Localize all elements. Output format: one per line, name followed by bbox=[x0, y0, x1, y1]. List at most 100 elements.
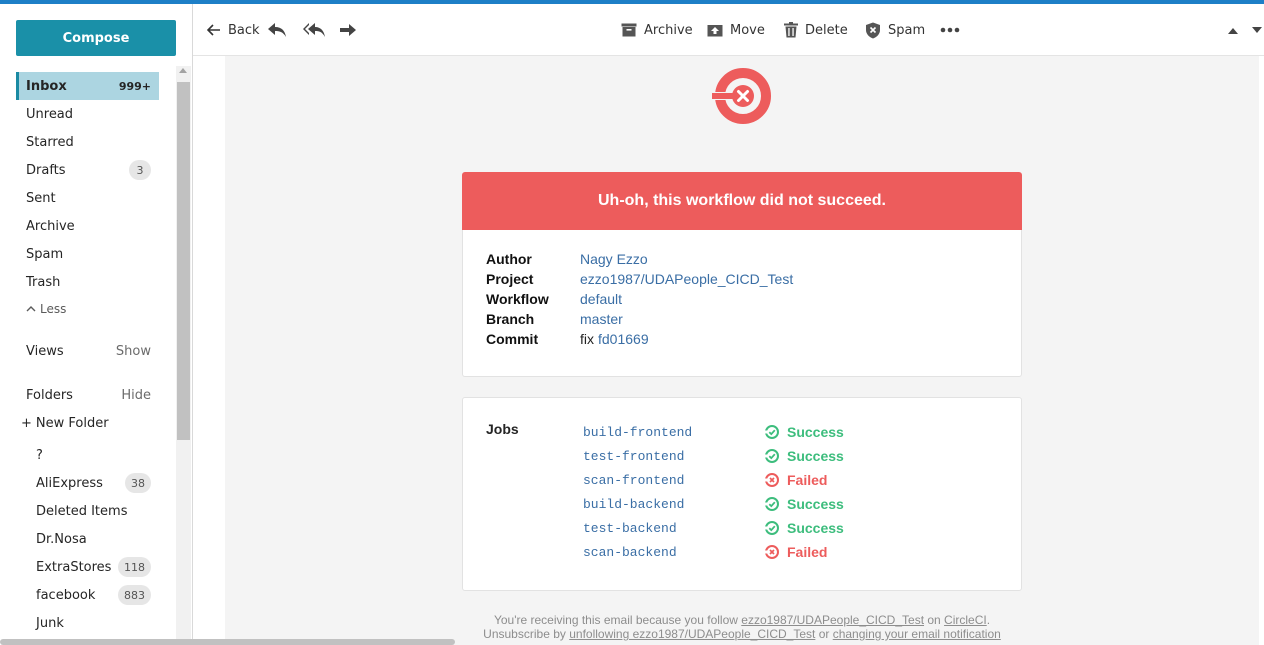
folder-item[interactable]: ? bbox=[26, 441, 159, 469]
nav-item-label: Sent bbox=[26, 190, 56, 206]
author-link[interactable]: Nagy Ezzo bbox=[580, 251, 648, 271]
more-dots-icon bbox=[940, 27, 960, 33]
back-button[interactable]: Back bbox=[207, 4, 260, 56]
less-toggle[interactable]: Less bbox=[26, 302, 66, 316]
footer-line-2: Unsubscribe by unfollowing ezzo1987/UDAP… bbox=[462, 627, 1022, 641]
chevron-up-icon bbox=[26, 302, 36, 316]
job-name-link[interactable]: build-backend bbox=[583, 497, 765, 512]
plus-icon: + bbox=[21, 416, 32, 431]
job-row: scan-frontend Failed bbox=[583, 470, 827, 490]
circleci-link[interactable]: CircleCI bbox=[944, 613, 987, 627]
reply-all-button[interactable] bbox=[302, 4, 326, 56]
next-message-button[interactable] bbox=[1252, 4, 1262, 56]
reply-button[interactable] bbox=[267, 4, 287, 56]
job-name-link[interactable]: scan-backend bbox=[583, 545, 765, 560]
folder-item[interactable]: Junk bbox=[26, 609, 159, 637]
move-to-folder-icon bbox=[707, 23, 723, 37]
spam-button[interactable]: Spam bbox=[865, 4, 925, 56]
detail-label: Commit bbox=[486, 331, 539, 347]
folders-hide-toggle[interactable]: Hide bbox=[121, 388, 151, 403]
move-button[interactable]: Move bbox=[707, 4, 765, 56]
folder-nav: Inbox 999+ Unread Starred Drafts 3 Sent … bbox=[16, 72, 159, 296]
nav-item-label: Archive bbox=[26, 218, 75, 234]
archive-icon bbox=[621, 23, 637, 37]
job-status-label: Success bbox=[787, 496, 844, 512]
job-row: scan-backend Failed bbox=[583, 542, 827, 562]
folder-label: facebook bbox=[36, 587, 96, 603]
job-name-link[interactable]: scan-frontend bbox=[583, 473, 765, 488]
nav-item-spam[interactable]: Spam bbox=[16, 240, 159, 268]
sidebar: Compose Inbox 999+ Unread Starred Drafts… bbox=[0, 4, 193, 645]
message-body: Uh-oh, this workflow did not succeed. Au… bbox=[225, 56, 1259, 645]
folder-item[interactable]: Deleted Items bbox=[26, 497, 159, 525]
job-status: Failed bbox=[765, 544, 827, 560]
custom-folders: ? AliExpress 38 Deleted Items Dr.Nosa Ex… bbox=[26, 441, 159, 637]
compose-button[interactable]: Compose bbox=[16, 20, 176, 56]
job-status: Success bbox=[765, 496, 844, 512]
archive-button[interactable]: Archive bbox=[621, 4, 693, 56]
folder-label: Dr.Nosa bbox=[36, 531, 87, 547]
nav-item-drafts[interactable]: Drafts 3 bbox=[16, 156, 159, 184]
sidebar-scrollbar-thumb[interactable] bbox=[177, 82, 190, 440]
count-badge: 38 bbox=[125, 473, 151, 493]
forward-button[interactable] bbox=[339, 4, 357, 56]
folders-label: Folders bbox=[26, 388, 73, 403]
arrow-left-icon bbox=[207, 24, 221, 36]
folder-item[interactable]: Dr.Nosa bbox=[26, 525, 159, 553]
footer-text: Unsubscribe by bbox=[483, 627, 570, 641]
detail-label: Project bbox=[486, 271, 534, 287]
nav-item-trash[interactable]: Trash bbox=[16, 268, 159, 296]
nav-item-sent[interactable]: Sent bbox=[16, 184, 159, 212]
job-status: Failed bbox=[765, 472, 827, 488]
detail-row-workflow: Workflow default bbox=[486, 291, 622, 311]
job-name-link[interactable]: build-frontend bbox=[583, 425, 765, 440]
failed-status-icon bbox=[765, 545, 779, 559]
footer-text: You're receiving this email because you … bbox=[493, 613, 742, 627]
nav-item-unread[interactable]: Unread bbox=[16, 100, 159, 128]
unfollow-link[interactable]: unfollowing ezzo1987/UDAPeople_CICD_Test bbox=[569, 627, 815, 641]
views-show-toggle[interactable]: Show bbox=[116, 344, 151, 359]
notification-settings-link[interactable]: changing your email notification bbox=[833, 627, 1001, 641]
spam-label: Spam bbox=[888, 22, 926, 38]
folder-item[interactable]: AliExpress 38 bbox=[26, 469, 159, 497]
delete-label: Delete bbox=[805, 22, 848, 38]
folder-item[interactable]: facebook 883 bbox=[26, 581, 159, 609]
folder-label: ExtraStores bbox=[36, 559, 112, 575]
unread-count: 999+ bbox=[118, 79, 151, 93]
previous-message-button[interactable] bbox=[1228, 4, 1238, 56]
jobs-card: Jobs build-frontend Success test-frontend S… bbox=[462, 397, 1022, 591]
branch-link[interactable]: master bbox=[580, 311, 623, 331]
workflow-details-card: Author Nagy Ezzo Project ezzo1987/UDAPeo… bbox=[462, 230, 1022, 377]
job-status-label: Success bbox=[787, 424, 844, 440]
project-follow-link[interactable]: ezzo1987/UDAPeople_CICD_Test bbox=[741, 613, 924, 627]
footer-text: or bbox=[815, 627, 833, 641]
footer-text: . bbox=[986, 613, 991, 627]
failed-status-icon bbox=[765, 473, 779, 487]
folder-item[interactable]: ExtraStores 118 bbox=[26, 553, 159, 581]
nav-item-label: Inbox bbox=[26, 78, 67, 94]
job-name-link[interactable]: test-backend bbox=[583, 521, 765, 536]
folder-label: Junk bbox=[36, 615, 64, 631]
nav-item-starred[interactable]: Starred bbox=[16, 128, 159, 156]
workflow-link[interactable]: default bbox=[580, 291, 622, 311]
folder-label: Deleted Items bbox=[36, 503, 128, 519]
success-status-icon bbox=[765, 425, 779, 439]
scroll-up-arrow-icon[interactable] bbox=[179, 68, 187, 73]
views-label: Views bbox=[26, 344, 64, 359]
nav-item-archive[interactable]: Archive bbox=[16, 212, 159, 240]
horizontal-scrollbar-thumb[interactable] bbox=[0, 639, 455, 645]
reply-all-icon bbox=[302, 22, 326, 38]
new-folder-button[interactable]: + New Folder bbox=[21, 416, 109, 431]
success-status-icon bbox=[765, 497, 779, 511]
success-status-icon bbox=[765, 521, 779, 535]
job-name-link[interactable]: test-frontend bbox=[583, 449, 765, 464]
commit-link[interactable]: fd01669 bbox=[598, 331, 649, 351]
folder-label: ? bbox=[36, 447, 43, 463]
project-link[interactable]: ezzo1987/UDAPeople_CICD_Test bbox=[580, 271, 793, 291]
job-status-label: Failed bbox=[787, 544, 828, 560]
detail-label: Branch bbox=[486, 311, 535, 327]
more-actions-button[interactable] bbox=[940, 4, 960, 56]
delete-button[interactable]: Delete bbox=[784, 4, 848, 56]
jobs-title: Jobs bbox=[486, 421, 519, 437]
nav-item-inbox[interactable]: Inbox 999+ bbox=[16, 72, 159, 100]
